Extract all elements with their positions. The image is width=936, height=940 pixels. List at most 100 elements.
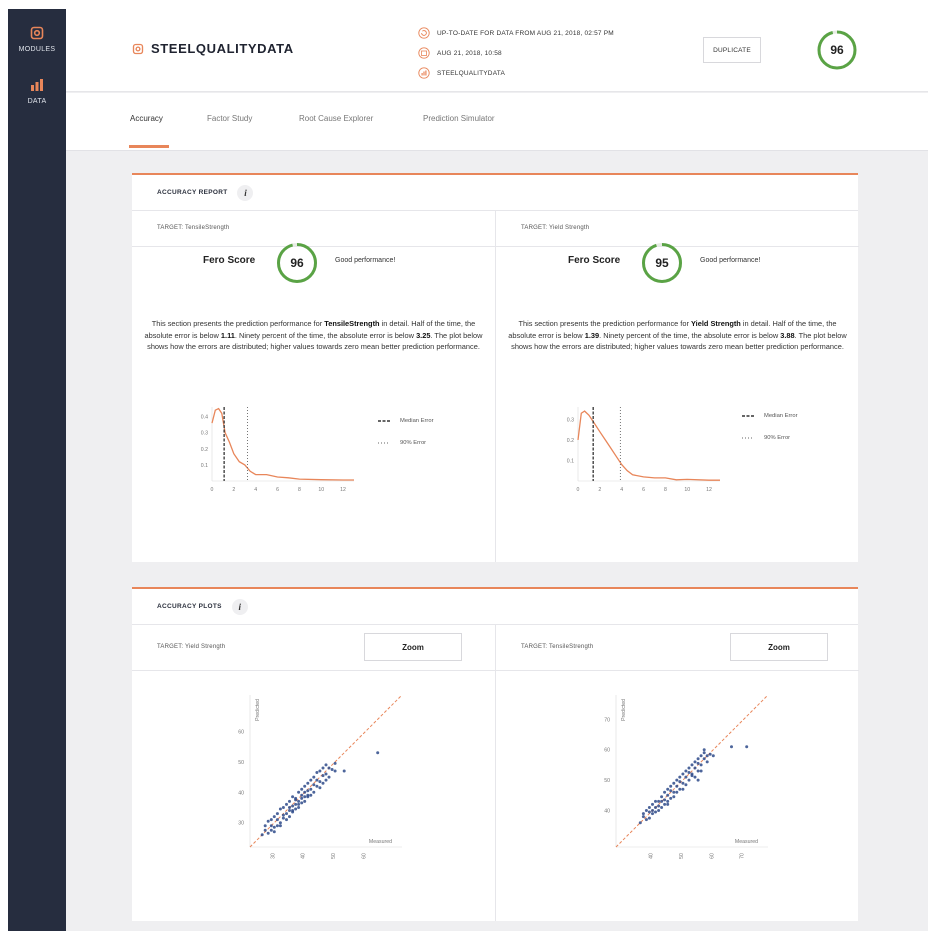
error-distribution-chart: 0.1 0.2 0.3 0.4 0 2 4 6 8 10 12 bbox=[201, 407, 354, 493]
data-point bbox=[681, 787, 685, 791]
data-point bbox=[666, 799, 670, 803]
duplicate-button[interactable]: DUPLICATE bbox=[703, 37, 761, 63]
data-point bbox=[260, 833, 264, 837]
desc-p90: 3.88 bbox=[780, 330, 795, 340]
data-point bbox=[297, 802, 301, 806]
data-point bbox=[312, 775, 316, 779]
data-point bbox=[333, 761, 337, 765]
data-point bbox=[272, 815, 276, 819]
score-value: 96 bbox=[830, 43, 844, 57]
data-point bbox=[666, 793, 670, 797]
data-point bbox=[376, 751, 380, 755]
data-point bbox=[638, 821, 642, 825]
data-point bbox=[285, 818, 288, 822]
data-point bbox=[699, 754, 703, 758]
data-point bbox=[657, 804, 661, 808]
data-point bbox=[294, 798, 298, 802]
data-point bbox=[321, 774, 325, 778]
data-point bbox=[327, 766, 331, 770]
zoom-button[interactable]: Zoom bbox=[364, 633, 462, 661]
data-point bbox=[272, 825, 276, 829]
info-icon[interactable]: i bbox=[237, 184, 254, 201]
data-point bbox=[312, 790, 316, 794]
info-icon[interactable]: i bbox=[231, 598, 248, 615]
tab-accuracy[interactable]: Accuracy bbox=[130, 114, 163, 123]
y-tick-label: 50 bbox=[238, 760, 244, 766]
data-point bbox=[669, 789, 673, 793]
column-header: TARGET: TensileStrength Zoom bbox=[496, 625, 859, 671]
target-label: TARGET: Yield Strength bbox=[157, 644, 226, 650]
data-point bbox=[281, 816, 285, 820]
chart-icon bbox=[418, 67, 430, 79]
zoom-button[interactable]: Zoom bbox=[730, 633, 828, 661]
calendar-icon bbox=[418, 47, 430, 59]
x-tick-label: 4 bbox=[254, 487, 257, 493]
meta-updated: UP-TO-DATE FOR DATA FROM AUG 21, 2018, 0… bbox=[418, 23, 614, 43]
header: STEELQUALITYDATA UP-TO-DATE FOR DATA FRO… bbox=[66, 9, 928, 92]
data-point bbox=[681, 772, 685, 776]
data-point bbox=[318, 780, 322, 784]
y-tick-label: 50 bbox=[604, 778, 610, 784]
data-point bbox=[294, 807, 298, 811]
data-point bbox=[657, 799, 661, 803]
data-point bbox=[324, 778, 328, 782]
y-tick-label: 40 bbox=[604, 809, 610, 815]
data-point bbox=[288, 806, 291, 809]
y-tick-label: 0.1 bbox=[567, 458, 574, 464]
data-point bbox=[684, 783, 688, 787]
data-point bbox=[693, 775, 697, 779]
x-tick-label: 50 bbox=[331, 853, 337, 859]
data-point bbox=[303, 799, 307, 803]
data-point bbox=[266, 819, 270, 823]
y-tick-label: 30 bbox=[238, 821, 244, 827]
dashed-line-icon bbox=[378, 420, 390, 422]
data-point bbox=[696, 761, 700, 765]
accuracy-report-card: ACCURACY REPORT i TARGET: TensileStrengt… bbox=[132, 173, 859, 562]
desc-text: . Ninety percent of the time, the absolu… bbox=[234, 330, 417, 340]
meta-dataset-text: STEELQUALITYDATA bbox=[437, 69, 505, 77]
accuracy-scatter-plot: 40 50 60 70 40 50 60 70 Predicted Measured bbox=[604, 694, 769, 859]
data-point bbox=[708, 752, 712, 756]
x-tick-label: 2 bbox=[598, 487, 601, 493]
tab-factor-study[interactable]: Factor Study bbox=[207, 114, 252, 123]
card-header: ACCURACY REPORT i bbox=[132, 175, 858, 211]
desc-text: . Ninety percent of the time, the absolu… bbox=[599, 330, 781, 340]
tab-prediction-simulator[interactable]: Prediction Simulator bbox=[423, 114, 495, 123]
brand: STEELQUALITYDATA bbox=[132, 41, 294, 56]
data-point bbox=[291, 795, 295, 799]
data-point bbox=[269, 828, 273, 832]
data-point bbox=[693, 766, 697, 770]
y-tick-label: 40 bbox=[238, 790, 244, 796]
x-tick-label: 2 bbox=[232, 487, 235, 493]
accuracy-scatter-plot: 30 40 50 60 30 40 50 60 Predicted Measured bbox=[238, 694, 403, 859]
data-point bbox=[678, 775, 682, 779]
y-tick-label: 0.2 bbox=[201, 447, 208, 453]
data-point bbox=[669, 784, 673, 788]
data-point bbox=[684, 775, 688, 779]
data-point bbox=[312, 783, 316, 787]
desc-text: This section presents the prediction per… bbox=[518, 319, 691, 328]
data-point bbox=[315, 771, 319, 774]
data-point bbox=[269, 824, 273, 828]
sidebar-item-modules[interactable]: MODULES bbox=[8, 25, 66, 53]
tab-root-cause-explorer[interactable]: Root Cause Explorer bbox=[299, 114, 373, 123]
data-point bbox=[309, 793, 313, 797]
data-point bbox=[730, 745, 733, 749]
data-point bbox=[675, 790, 679, 794]
x-tick-label: 8 bbox=[664, 487, 667, 493]
data-point bbox=[666, 802, 670, 806]
data-point bbox=[681, 781, 685, 785]
main-content: STEELQUALITYDATA UP-TO-DATE FOR DATA FRO… bbox=[66, 9, 928, 931]
data-point bbox=[275, 818, 279, 822]
data-point bbox=[660, 799, 664, 803]
gear-icon bbox=[132, 43, 144, 54]
legend-p90: 90% Error bbox=[378, 432, 434, 454]
data-point bbox=[285, 802, 288, 806]
data-point bbox=[663, 790, 667, 794]
sidebar-item-data[interactable]: DATA bbox=[8, 77, 66, 105]
card-title: ACCURACY PLOTS bbox=[157, 603, 222, 610]
x-axis-label: Measured bbox=[369, 839, 392, 845]
data-point bbox=[297, 806, 301, 809]
data-point bbox=[288, 799, 291, 803]
legend-median: Median Error bbox=[378, 410, 434, 432]
